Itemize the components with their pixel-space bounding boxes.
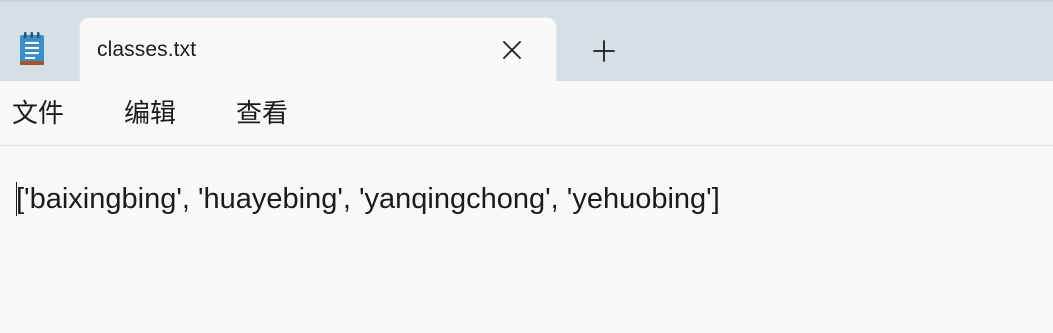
tab-title: classes.txt bbox=[97, 38, 197, 61]
notepad-window: classes.txt 文件 编辑 查看 ['baixingbing', 'hu… bbox=[0, 0, 1053, 333]
menu-bar: 文件 编辑 查看 bbox=[0, 81, 1053, 146]
plus-icon[interactable] bbox=[589, 36, 619, 66]
close-icon[interactable] bbox=[499, 37, 525, 63]
tab-strip: classes.txt bbox=[0, 0, 1053, 81]
menu-edit[interactable]: 编辑 bbox=[124, 98, 176, 130]
menu-file[interactable]: 文件 bbox=[12, 98, 64, 130]
editor-content[interactable]: ['baixingbing', 'huayebing', 'yanqingcho… bbox=[16, 181, 720, 217]
text-editor[interactable]: ['baixingbing', 'huayebing', 'yanqingcho… bbox=[0, 146, 1053, 333]
notepad-icon bbox=[20, 32, 44, 65]
menu-view[interactable]: 查看 bbox=[236, 98, 288, 130]
window-top-edge bbox=[0, 0, 1053, 2]
tab-classes-txt[interactable]: classes.txt bbox=[80, 18, 556, 81]
